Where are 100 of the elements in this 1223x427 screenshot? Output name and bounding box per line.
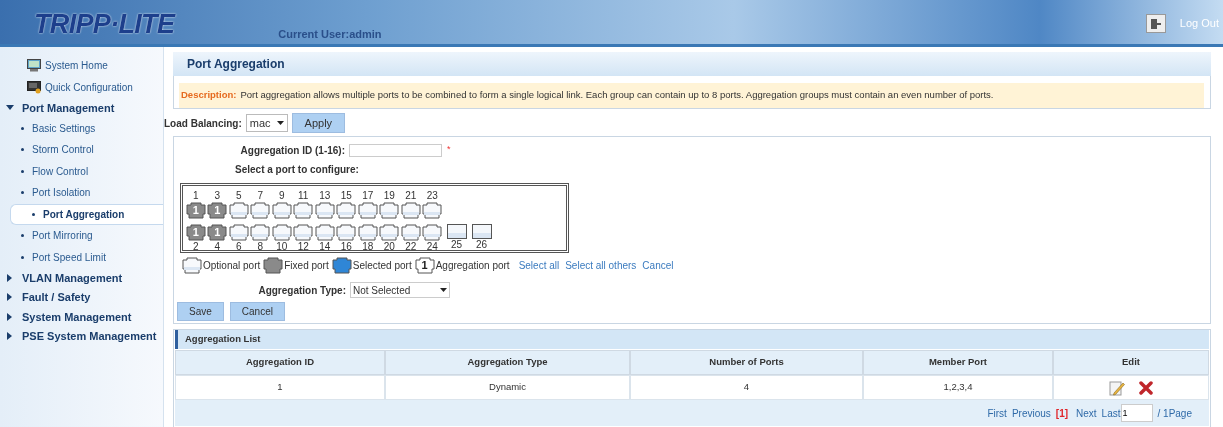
- port-number: 16: [340, 241, 352, 253]
- sidebar-group[interactable]: VLAN Management: [0, 268, 163, 288]
- port-icon[interactable]: [357, 202, 378, 219]
- port-icon[interactable]: [336, 202, 357, 219]
- edit-icon[interactable]: [1109, 379, 1125, 396]
- sidebar-subitem[interactable]: Port Mirroring: [0, 225, 163, 247]
- port-number: 17: [362, 190, 374, 202]
- pager-link[interactable]: First: [987, 405, 1007, 421]
- port-number: 23: [426, 190, 438, 202]
- port-number: 24: [426, 241, 438, 253]
- bullet-icon: [21, 169, 24, 173]
- column-header: Aggregation ID: [175, 350, 385, 375]
- delete-icon[interactable]: [1139, 380, 1153, 395]
- port-icon[interactable]: [400, 224, 421, 241]
- port-icon[interactable]: [293, 224, 314, 241]
- port-icon[interactable]: 1: [185, 224, 206, 241]
- port-icon[interactable]: [379, 224, 400, 241]
- legend-label: Optional port: [203, 258, 261, 273]
- aggregation-type-select[interactable]: Not Selected: [350, 282, 450, 298]
- description: Description: Port aggregation allows multiple ports to be combined to form a single logical link. Each group can contain up to 8 ports. Aggregation groups must contain an even number of ports.: [179, 83, 1204, 108]
- sidebar-group[interactable]: PSE System Management: [0, 326, 163, 346]
- port-icon[interactable]: [228, 202, 249, 219]
- pager-link[interactable]: Last: [1101, 405, 1121, 421]
- port-icon[interactable]: 1: [207, 202, 228, 219]
- logout-icon[interactable]: [1145, 14, 1166, 33]
- port-icon[interactable]: [250, 202, 271, 219]
- port-icon[interactable]: [271, 202, 292, 219]
- aggregation-type-label: Aggregation Type:: [257, 283, 347, 298]
- sidebar-group[interactable]: System Management: [0, 307, 163, 327]
- port-icon[interactable]: [336, 224, 357, 241]
- port-icon[interactable]: [271, 224, 292, 241]
- port-number: 25: [450, 239, 463, 251]
- sidebar-item[interactable]: Quick Configuration: [0, 76, 163, 98]
- caret-right-icon: [6, 312, 14, 321]
- port-icon[interactable]: [314, 202, 335, 219]
- form-button[interactable]: Cancel: [229, 302, 285, 321]
- port-icon[interactable]: [314, 224, 335, 241]
- port-icon[interactable]: [228, 224, 249, 241]
- port-link[interactable]: Select all: [518, 257, 560, 273]
- page-total: / 1Page: [1157, 406, 1192, 421]
- sidebar-group[interactable]: Port Management: [0, 98, 163, 118]
- port-icon[interactable]: [471, 224, 492, 239]
- page-title-bar: Port Aggregation: [173, 52, 1211, 76]
- port-number: 1: [192, 190, 199, 202]
- port-number: 26: [475, 239, 488, 251]
- port-icon[interactable]: [422, 224, 443, 241]
- sidebar-subitem[interactable]: Basic Settings: [0, 117, 163, 139]
- monitor-icon: [27, 80, 41, 94]
- dropdown-arrow-icon: [440, 288, 447, 292]
- legend-label: Fixed port: [284, 258, 329, 273]
- bullet-icon: [21, 191, 24, 195]
- port-number: 10: [276, 241, 288, 253]
- caret-right-icon: [6, 293, 14, 302]
- port-number: 8: [257, 241, 264, 253]
- current-user: Current User:admin: [278, 26, 382, 42]
- port-icon[interactable]: [250, 224, 271, 241]
- port-icon[interactable]: [422, 202, 443, 219]
- pager-link[interactable]: Next: [1076, 405, 1097, 421]
- legend-label: Selected port: [352, 258, 412, 273]
- form-button[interactable]: Save: [177, 302, 224, 321]
- port-number: 14: [319, 241, 331, 253]
- port-link[interactable]: Cancel: [642, 257, 674, 273]
- legend-port-icon: [182, 256, 202, 274]
- load-balancing-select[interactable]: mac: [245, 114, 288, 132]
- legend-label: Aggregation port: [435, 258, 510, 273]
- sidebar-subitem[interactable]: Storm Control: [0, 139, 163, 161]
- port-icon[interactable]: [446, 224, 467, 239]
- port-icon[interactable]: [379, 202, 400, 219]
- port-icon[interactable]: [400, 202, 421, 219]
- legend-port-icon: 1: [414, 256, 435, 274]
- sidebar-subitem[interactable]: Port Isolation: [0, 182, 163, 204]
- legend-port-icon: [263, 256, 284, 274]
- sidebar-subitem[interactable]: Port Speed Limit: [0, 246, 163, 268]
- port-icon[interactable]: [357, 224, 378, 241]
- apply-button[interactable]: Apply: [291, 113, 346, 133]
- aggregation-id-field[interactable]: [349, 143, 442, 157]
- bullet-icon: [21, 148, 24, 152]
- port-icon[interactable]: 1: [185, 202, 206, 219]
- port-icon[interactable]: 1: [207, 224, 228, 241]
- pager-link[interactable]: Previous: [1011, 405, 1051, 421]
- port-number: 9: [278, 190, 285, 202]
- dropdown-arrow-icon: [276, 121, 284, 125]
- port-number: 2: [192, 241, 199, 253]
- port-icon[interactable]: [293, 202, 314, 219]
- current-page: [1]: [1055, 406, 1069, 421]
- sidebar-item[interactable]: System Home: [0, 54, 163, 76]
- sidebar-subitem[interactable]: Port Aggregation: [10, 203, 163, 225]
- sidebar-group[interactable]: Fault / Safety: [0, 287, 163, 307]
- port-number: 15: [340, 190, 352, 202]
- column-header: Member Port: [863, 350, 1053, 375]
- select-port-label: Select a port to configure:: [235, 163, 360, 177]
- port-link[interactable]: Select all others: [565, 257, 637, 273]
- required-mark: *: [447, 143, 451, 157]
- port-number: 3: [214, 190, 221, 202]
- port-number: 21: [405, 190, 417, 202]
- sidebar-subitem[interactable]: Flow Control: [0, 160, 163, 182]
- port-number: 22: [405, 241, 417, 253]
- page-field[interactable]: 1: [1120, 404, 1153, 422]
- port-number: 20: [383, 241, 395, 253]
- caret-right-icon: [6, 273, 14, 282]
